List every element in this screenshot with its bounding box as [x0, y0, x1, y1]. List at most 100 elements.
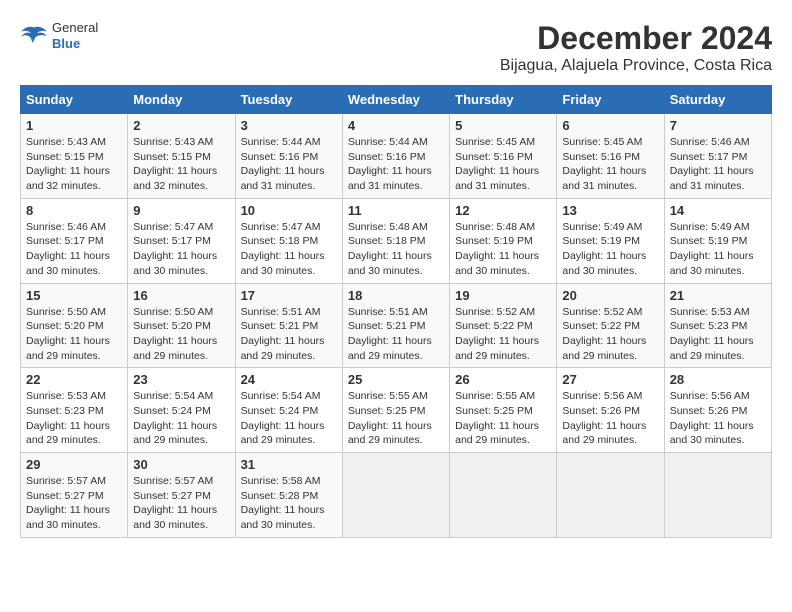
table-row: 30 Sunrise: 5:57 AM Sunset: 5:27 PM Dayl…: [128, 453, 235, 538]
day-info: Sunrise: 5:50 AM Sunset: 5:20 PM Dayligh…: [133, 305, 229, 364]
table-row: 4 Sunrise: 5:44 AM Sunset: 5:16 PM Dayli…: [342, 114, 449, 199]
title-area: December 2024 Bijagua, Alajuela Province…: [500, 20, 772, 75]
day-info: Sunrise: 5:49 AM Sunset: 5:19 PM Dayligh…: [562, 220, 658, 279]
day-info: Sunrise: 5:48 AM Sunset: 5:19 PM Dayligh…: [455, 220, 551, 279]
day-number: 12: [455, 203, 551, 218]
calendar-week-row: 1 Sunrise: 5:43 AM Sunset: 5:15 PM Dayli…: [21, 114, 772, 199]
day-info: Sunrise: 5:54 AM Sunset: 5:24 PM Dayligh…: [133, 389, 229, 448]
day-info: Sunrise: 5:48 AM Sunset: 5:18 PM Dayligh…: [348, 220, 444, 279]
day-info: Sunrise: 5:53 AM Sunset: 5:23 PM Dayligh…: [670, 305, 766, 364]
col-monday: Monday: [128, 86, 235, 114]
table-row: 25 Sunrise: 5:55 AM Sunset: 5:25 PM Dayl…: [342, 368, 449, 453]
table-row: 19 Sunrise: 5:52 AM Sunset: 5:22 PM Dayl…: [450, 283, 557, 368]
day-info: Sunrise: 5:43 AM Sunset: 5:15 PM Dayligh…: [26, 135, 122, 194]
table-row: 14 Sunrise: 5:49 AM Sunset: 5:19 PM Dayl…: [664, 198, 771, 283]
table-row: 31 Sunrise: 5:58 AM Sunset: 5:28 PM Dayl…: [235, 453, 342, 538]
table-row: 24 Sunrise: 5:54 AM Sunset: 5:24 PM Dayl…: [235, 368, 342, 453]
day-number: 27: [562, 372, 658, 387]
day-number: 15: [26, 288, 122, 303]
table-row: 6 Sunrise: 5:45 AM Sunset: 5:16 PM Dayli…: [557, 114, 664, 199]
day-number: 23: [133, 372, 229, 387]
table-row: 11 Sunrise: 5:48 AM Sunset: 5:18 PM Dayl…: [342, 198, 449, 283]
col-tuesday: Tuesday: [235, 86, 342, 114]
table-row: 28 Sunrise: 5:56 AM Sunset: 5:26 PM Dayl…: [664, 368, 771, 453]
day-info: Sunrise: 5:44 AM Sunset: 5:16 PM Dayligh…: [241, 135, 337, 194]
day-info: Sunrise: 5:51 AM Sunset: 5:21 PM Dayligh…: [241, 305, 337, 364]
day-number: 26: [455, 372, 551, 387]
day-info: Sunrise: 5:47 AM Sunset: 5:17 PM Dayligh…: [133, 220, 229, 279]
col-sunday: Sunday: [21, 86, 128, 114]
day-info: Sunrise: 5:46 AM Sunset: 5:17 PM Dayligh…: [26, 220, 122, 279]
day-number: 6: [562, 118, 658, 133]
table-row: 27 Sunrise: 5:56 AM Sunset: 5:26 PM Dayl…: [557, 368, 664, 453]
day-info: Sunrise: 5:55 AM Sunset: 5:25 PM Dayligh…: [455, 389, 551, 448]
day-info: Sunrise: 5:57 AM Sunset: 5:27 PM Dayligh…: [133, 474, 229, 533]
day-info: Sunrise: 5:51 AM Sunset: 5:21 PM Dayligh…: [348, 305, 444, 364]
day-number: 16: [133, 288, 229, 303]
day-number: 22: [26, 372, 122, 387]
day-info: Sunrise: 5:52 AM Sunset: 5:22 PM Dayligh…: [455, 305, 551, 364]
header: General Blue December 2024 Bijagua, Alaj…: [20, 20, 772, 75]
day-number: 7: [670, 118, 766, 133]
day-info: Sunrise: 5:56 AM Sunset: 5:26 PM Dayligh…: [670, 389, 766, 448]
day-number: 21: [670, 288, 766, 303]
table-row: 8 Sunrise: 5:46 AM Sunset: 5:17 PM Dayli…: [21, 198, 128, 283]
table-row: 22 Sunrise: 5:53 AM Sunset: 5:23 PM Dayl…: [21, 368, 128, 453]
day-info: Sunrise: 5:50 AM Sunset: 5:20 PM Dayligh…: [26, 305, 122, 364]
col-wednesday: Wednesday: [342, 86, 449, 114]
day-info: Sunrise: 5:47 AM Sunset: 5:18 PM Dayligh…: [241, 220, 337, 279]
location-title: Bijagua, Alajuela Province, Costa Rica: [500, 57, 772, 75]
table-row: [450, 453, 557, 538]
table-row: [557, 453, 664, 538]
day-number: 24: [241, 372, 337, 387]
day-number: 3: [241, 118, 337, 133]
day-number: 20: [562, 288, 658, 303]
day-number: 13: [562, 203, 658, 218]
day-number: 8: [26, 203, 122, 218]
logo: General Blue: [20, 20, 98, 51]
day-info: Sunrise: 5:57 AM Sunset: 5:27 PM Dayligh…: [26, 474, 122, 533]
table-row: 26 Sunrise: 5:55 AM Sunset: 5:25 PM Dayl…: [450, 368, 557, 453]
calendar: Sunday Monday Tuesday Wednesday Thursday…: [20, 85, 772, 538]
day-info: Sunrise: 5:58 AM Sunset: 5:28 PM Dayligh…: [241, 474, 337, 533]
day-number: 2: [133, 118, 229, 133]
day-number: 19: [455, 288, 551, 303]
table-row: 20 Sunrise: 5:52 AM Sunset: 5:22 PM Dayl…: [557, 283, 664, 368]
day-number: 30: [133, 457, 229, 472]
table-row: 18 Sunrise: 5:51 AM Sunset: 5:21 PM Dayl…: [342, 283, 449, 368]
col-friday: Friday: [557, 86, 664, 114]
day-info: Sunrise: 5:45 AM Sunset: 5:16 PM Dayligh…: [562, 135, 658, 194]
col-thursday: Thursday: [450, 86, 557, 114]
calendar-week-row: 22 Sunrise: 5:53 AM Sunset: 5:23 PM Dayl…: [21, 368, 772, 453]
day-info: Sunrise: 5:44 AM Sunset: 5:16 PM Dayligh…: [348, 135, 444, 194]
col-saturday: Saturday: [664, 86, 771, 114]
calendar-week-row: 8 Sunrise: 5:46 AM Sunset: 5:17 PM Dayli…: [21, 198, 772, 283]
table-row: 15 Sunrise: 5:50 AM Sunset: 5:20 PM Dayl…: [21, 283, 128, 368]
table-row: 10 Sunrise: 5:47 AM Sunset: 5:18 PM Dayl…: [235, 198, 342, 283]
table-row: 12 Sunrise: 5:48 AM Sunset: 5:19 PM Dayl…: [450, 198, 557, 283]
day-number: 18: [348, 288, 444, 303]
day-number: 1: [26, 118, 122, 133]
day-number: 14: [670, 203, 766, 218]
day-info: Sunrise: 5:43 AM Sunset: 5:15 PM Dayligh…: [133, 135, 229, 194]
calendar-header-row: Sunday Monday Tuesday Wednesday Thursday…: [21, 86, 772, 114]
day-info: Sunrise: 5:45 AM Sunset: 5:16 PM Dayligh…: [455, 135, 551, 194]
logo-text: General Blue: [52, 20, 98, 51]
table-row: 9 Sunrise: 5:47 AM Sunset: 5:17 PM Dayli…: [128, 198, 235, 283]
table-row: [664, 453, 771, 538]
table-row: 17 Sunrise: 5:51 AM Sunset: 5:21 PM Dayl…: [235, 283, 342, 368]
day-info: Sunrise: 5:46 AM Sunset: 5:17 PM Dayligh…: [670, 135, 766, 194]
table-row: 3 Sunrise: 5:44 AM Sunset: 5:16 PM Dayli…: [235, 114, 342, 199]
day-number: 29: [26, 457, 122, 472]
table-row: 5 Sunrise: 5:45 AM Sunset: 5:16 PM Dayli…: [450, 114, 557, 199]
day-info: Sunrise: 5:56 AM Sunset: 5:26 PM Dayligh…: [562, 389, 658, 448]
table-row: 13 Sunrise: 5:49 AM Sunset: 5:19 PM Dayl…: [557, 198, 664, 283]
calendar-week-row: 29 Sunrise: 5:57 AM Sunset: 5:27 PM Dayl…: [21, 453, 772, 538]
day-number: 17: [241, 288, 337, 303]
table-row: 7 Sunrise: 5:46 AM Sunset: 5:17 PM Dayli…: [664, 114, 771, 199]
month-title: December 2024: [500, 20, 772, 57]
table-row: 21 Sunrise: 5:53 AM Sunset: 5:23 PM Dayl…: [664, 283, 771, 368]
table-row: 23 Sunrise: 5:54 AM Sunset: 5:24 PM Dayl…: [128, 368, 235, 453]
day-number: 9: [133, 203, 229, 218]
day-number: 10: [241, 203, 337, 218]
